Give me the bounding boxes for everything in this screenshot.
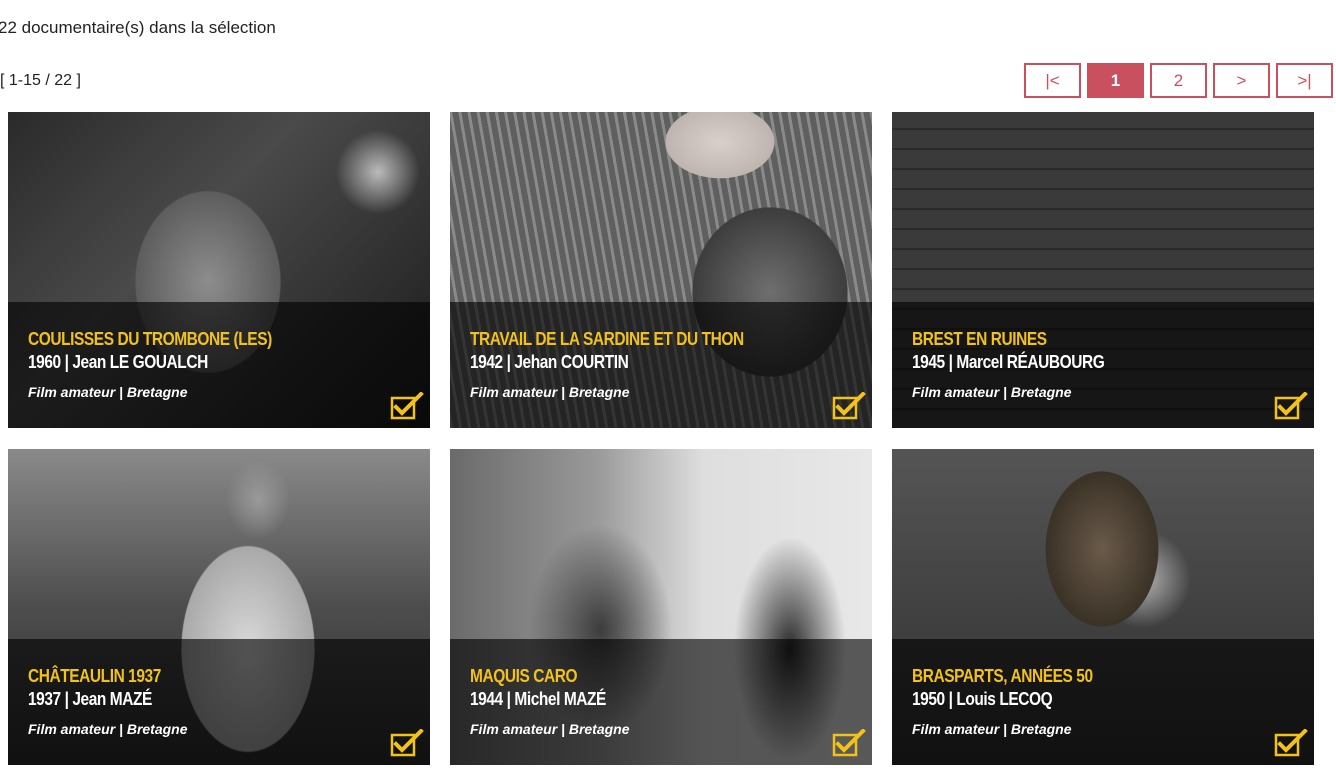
last-page-button[interactable]: >| (1276, 63, 1333, 98)
checkbox-checked-icon[interactable] (832, 729, 866, 757)
documentary-tags: Film amateur | Bretagne (470, 384, 630, 400)
selection-count: 22 documentaire(s) dans la sélection (0, 18, 276, 37)
documentary-tags: Film amateur | Bretagne (912, 384, 1072, 400)
page-2-button[interactable]: 2 (1150, 63, 1207, 98)
documentary-card[interactable]: TRAVAIL DE LA SARDINE ET DU THON 1942 | … (450, 112, 872, 428)
documentary-year-author: 1944 | Michel MAZÉ (470, 689, 606, 709)
documentary-title[interactable]: CHÂTEAULIN 1937 (28, 666, 161, 687)
first-page-button[interactable]: |< (1024, 63, 1081, 98)
documentary-title[interactable]: COULISSES DU TROMBONE (LES) (28, 329, 272, 350)
documentary-year-author: 1942 | Jehan COURTIN (470, 352, 629, 372)
documentary-year-author: 1960 | Jean LE GOUALCH (28, 352, 208, 372)
checkbox-checked-icon[interactable] (1274, 729, 1308, 757)
documentary-title[interactable]: TRAVAIL DE LA SARDINE ET DU THON (470, 329, 744, 350)
documentary-card[interactable]: MAQUIS CARO 1944 | Michel MAZÉ Film amat… (450, 449, 872, 765)
range-info: [ 1-15 / 22 ] (0, 72, 81, 89)
documentary-card[interactable]: BRASPARTS, ANNÉES 50 1950 | Louis LECOQ … (892, 449, 1314, 765)
checkbox-checked-icon[interactable] (832, 392, 866, 420)
checkbox-checked-icon[interactable] (1274, 392, 1308, 420)
pagination: |< 1 2 > >| (1024, 63, 1333, 98)
documentary-card[interactable]: BREST EN RUINES 1945 | Marcel RÉAUBOURG … (892, 112, 1314, 428)
documentary-card[interactable]: CHÂTEAULIN 1937 1937 | Jean MAZÉ Film am… (8, 449, 430, 765)
documentary-tags: Film amateur | Bretagne (912, 721, 1072, 737)
documentary-year-author: 1950 | Louis LECOQ (912, 689, 1053, 709)
documentary-tags: Film amateur | Bretagne (28, 721, 188, 737)
documentary-title[interactable]: BRASPARTS, ANNÉES 50 (912, 666, 1093, 687)
documentary-tags: Film amateur | Bretagne (470, 721, 630, 737)
documentary-year-author: 1945 | Marcel RÉAUBOURG (912, 352, 1105, 372)
next-page-button[interactable]: > (1213, 63, 1270, 98)
documentary-card[interactable]: COULISSES DU TROMBONE (LES) 1960 | Jean … (8, 112, 430, 428)
documentary-tags: Film amateur | Bretagne (28, 384, 188, 400)
documentary-year-author: 1937 | Jean MAZÉ (28, 689, 152, 709)
documentary-title[interactable]: BREST EN RUINES (912, 329, 1047, 350)
documentary-grid: COULISSES DU TROMBONE (LES) 1960 | Jean … (8, 112, 1314, 765)
checkbox-checked-icon[interactable] (390, 392, 424, 420)
checkbox-checked-icon[interactable] (390, 729, 424, 757)
page-1-button[interactable]: 1 (1087, 63, 1144, 98)
documentary-title[interactable]: MAQUIS CARO (470, 666, 577, 687)
